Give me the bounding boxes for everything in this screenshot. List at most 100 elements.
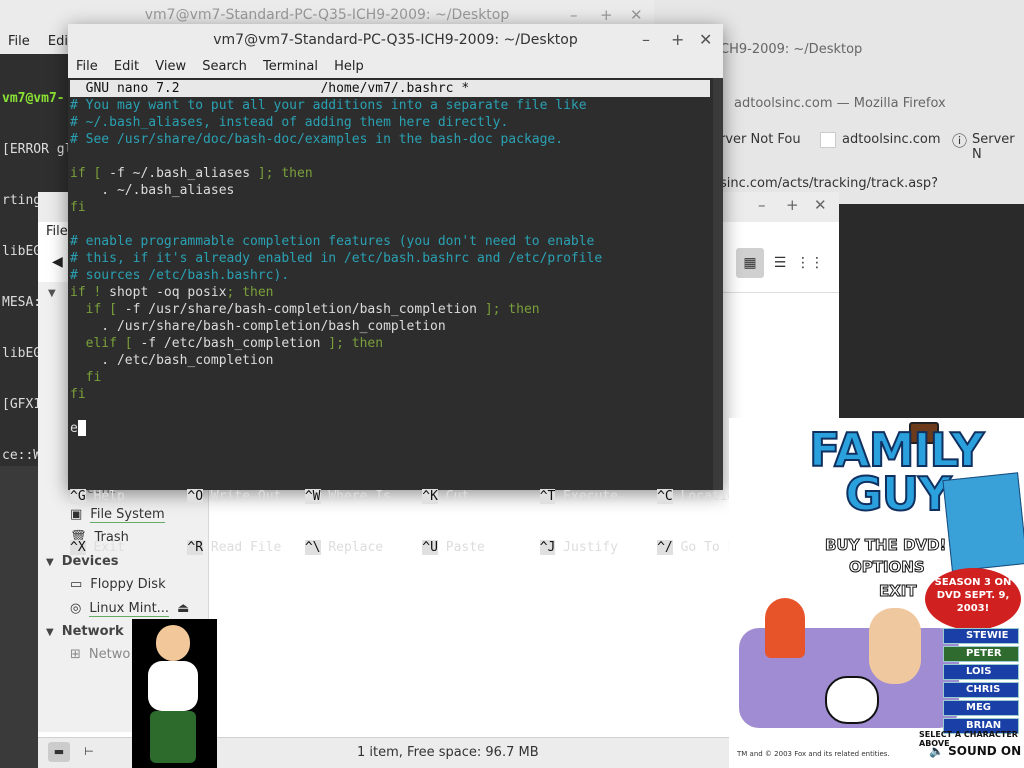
icon-view-icon[interactable]: ▦ bbox=[736, 248, 764, 278]
collapse-arrow-icon[interactable]: ▼ bbox=[48, 288, 56, 299]
logo-line-1: FAMILY bbox=[808, 423, 985, 477]
shortcut-key: ^U bbox=[422, 540, 438, 555]
collapse-arrow-icon[interactable]: ▼ bbox=[46, 627, 54, 638]
menu-file[interactable]: File bbox=[76, 59, 98, 74]
character-meg[interactable]: MEG bbox=[943, 700, 1019, 716]
shortcut-key: ^K bbox=[422, 489, 438, 504]
tree-view-icon[interactable]: ⊢ bbox=[78, 742, 100, 762]
status-text: 1 item, Free space: 96.7 MB bbox=[357, 745, 539, 760]
tab-server-not-found[interactable]: rver Not Fou bbox=[720, 132, 801, 147]
peter-sprite-window[interactable] bbox=[132, 619, 217, 768]
shortcut-key: ^G bbox=[70, 489, 86, 504]
shortcut-label: Execute bbox=[563, 489, 618, 504]
sidebar-item-network[interactable]: ⊞ Netwo bbox=[70, 647, 130, 662]
shortcut-key: ^W bbox=[304, 489, 321, 504]
menu-edit[interactable]: Edit bbox=[114, 59, 139, 74]
disc-icon: ◎ bbox=[70, 601, 82, 616]
window-title: vm7@vm7-Standard-PC-Q35-ICH9-2009: ~/Des… bbox=[213, 32, 578, 48]
back-arrow-icon[interactable]: ◀ bbox=[52, 254, 63, 270]
menu-terminal[interactable]: Terminal bbox=[263, 59, 318, 74]
peter-pants bbox=[150, 711, 196, 763]
tab-adtoolsinc[interactable]: adtoolsinc.com bbox=[842, 132, 941, 147]
close-icon[interactable]: ✕ bbox=[699, 24, 712, 56]
lois-figure bbox=[765, 598, 805, 658]
shortcut-key: ^J bbox=[539, 540, 556, 555]
close-icon[interactable]: ✕ bbox=[814, 196, 827, 214]
buy-dvd-button[interactable]: BUY THE DVD! bbox=[824, 536, 946, 555]
copyright-text: TM and © 2003 Fox and its related entiti… bbox=[737, 750, 890, 758]
shortcut-key: ^/ bbox=[657, 540, 673, 555]
shortcut-label: Justify bbox=[563, 540, 618, 555]
info-icon: ⓘ bbox=[952, 132, 968, 150]
cursor-line: e bbox=[70, 420, 86, 437]
compact-view-icon[interactable]: ⋮⋮ bbox=[796, 248, 824, 278]
window-title: vm7@vm7-Standard-PC-Q35-ICH9-2009: ~/Des… bbox=[144, 7, 510, 23]
shortcut-key: ^C bbox=[657, 489, 673, 504]
character-peter[interactable]: PETER bbox=[943, 646, 1019, 662]
season-badge: SEASON 3 ON DVD SEPT. 9, 2003! bbox=[925, 568, 1021, 630]
peter-shirt bbox=[148, 661, 198, 711]
firefox-window-title: adtoolsinc.com — Mozilla Firefox bbox=[734, 96, 946, 111]
tab-server-n[interactable]: Server N bbox=[972, 132, 1024, 162]
eject-icon[interactable]: ⏏ bbox=[177, 601, 189, 616]
linux-mint-label: Linux Mint... bbox=[89, 601, 170, 617]
nano-shortcuts: ^G Help ^O Write Out ^W Where Is ^K Cut … bbox=[70, 454, 759, 590]
scrollbar[interactable] bbox=[713, 78, 723, 490]
shortcut-label: Where Is bbox=[328, 489, 391, 504]
menu-file[interactable]: File bbox=[8, 34, 30, 49]
menu-view[interactable]: View bbox=[155, 59, 186, 74]
nano-header: GNU nano 7.2 /home/vm7/.bashrc * bbox=[70, 80, 710, 97]
brian-figure bbox=[825, 676, 879, 724]
shortcut-key: ^O bbox=[187, 489, 204, 504]
chris-figure bbox=[869, 608, 921, 684]
text-cursor bbox=[77, 420, 86, 436]
dvd-cover-image bbox=[942, 472, 1024, 572]
shortcut-row-1: ^G Help ^O Write Out ^W Where Is ^K Cut … bbox=[70, 488, 759, 505]
shortcut-label: Paste bbox=[445, 540, 485, 555]
window-title-partial: CH9-2009: ~/Desktop bbox=[720, 42, 863, 57]
nano-terminal-window[interactable]: vm7@vm7-Standard-PC-Q35-ICH9-2009: ~/Des… bbox=[68, 24, 759, 555]
menu-help[interactable]: Help bbox=[334, 59, 364, 74]
shortcut-key: ^X bbox=[70, 540, 86, 555]
shortcut-key: ^T bbox=[539, 489, 556, 504]
network-header: ▼ Network bbox=[46, 624, 124, 639]
peter-head bbox=[156, 625, 190, 661]
title-bar[interactable]: vm7@vm7-Standard-PC-Q35-ICH9-2009: ~/Des… bbox=[68, 24, 723, 56]
menu-file[interactable]: File bbox=[46, 224, 68, 239]
minimize-icon[interactable]: – bbox=[758, 196, 766, 214]
editor-content[interactable]: # You may want to put all your additions… bbox=[70, 97, 602, 403]
sidebar-item-linux-mint[interactable]: ◎ Linux Mint... ⏏ bbox=[70, 601, 189, 617]
character-stewie[interactable]: STEWIE bbox=[943, 628, 1019, 644]
character-lois[interactable]: LOIS bbox=[943, 664, 1019, 680]
network-icon: ⊞ bbox=[70, 647, 81, 662]
shortcut-label: Exit bbox=[93, 540, 125, 555]
typed-char: e bbox=[70, 421, 78, 436]
character-menu: STEWIE PETER LOIS CHRIS MEG BRIAN bbox=[943, 628, 1019, 736]
collapse-arrow-icon[interactable]: ▼ bbox=[46, 557, 54, 568]
shortcut-label: Help bbox=[93, 489, 125, 504]
shortcut-label: Cut bbox=[445, 489, 470, 504]
maximize-icon[interactable]: + bbox=[786, 196, 799, 214]
options-button[interactable]: OPTIONS bbox=[849, 558, 926, 577]
page-icon bbox=[820, 132, 836, 148]
sound-label: SOUND ON bbox=[948, 744, 1022, 758]
maximize-icon[interactable]: + bbox=[671, 24, 684, 56]
prompt-line: vm7@vm7- bbox=[2, 91, 65, 106]
shortcut-label: Replace bbox=[328, 540, 384, 555]
page-content bbox=[838, 204, 1024, 420]
shortcut-key: ^R bbox=[187, 540, 204, 555]
sound-toggle[interactable]: 🔈 SOUND ON bbox=[929, 744, 1021, 758]
family-guy-ad[interactable]: FAMILY GUY BUY THE DVD! OPTIONS EXIT SEAS… bbox=[729, 418, 1024, 768]
character-chris[interactable]: CHRIS bbox=[943, 682, 1019, 698]
menu-bar: File Edit View Search Terminal Help bbox=[68, 56, 723, 78]
minimize-icon[interactable]: – bbox=[642, 24, 650, 56]
shortcut-key: ^\ bbox=[304, 540, 321, 555]
shortcut-label: Write Out bbox=[210, 489, 282, 504]
menu-search[interactable]: Search bbox=[202, 59, 247, 74]
exit-button[interactable]: EXIT bbox=[879, 582, 918, 601]
shortcut-label: Read File bbox=[210, 540, 282, 555]
list-view-icon[interactable]: ☰ bbox=[766, 248, 794, 278]
speaker-icon: 🔈 bbox=[929, 744, 944, 758]
folder-view-icon[interactable]: ▬ bbox=[48, 742, 70, 762]
network-item-label: Netwo bbox=[88, 647, 131, 662]
